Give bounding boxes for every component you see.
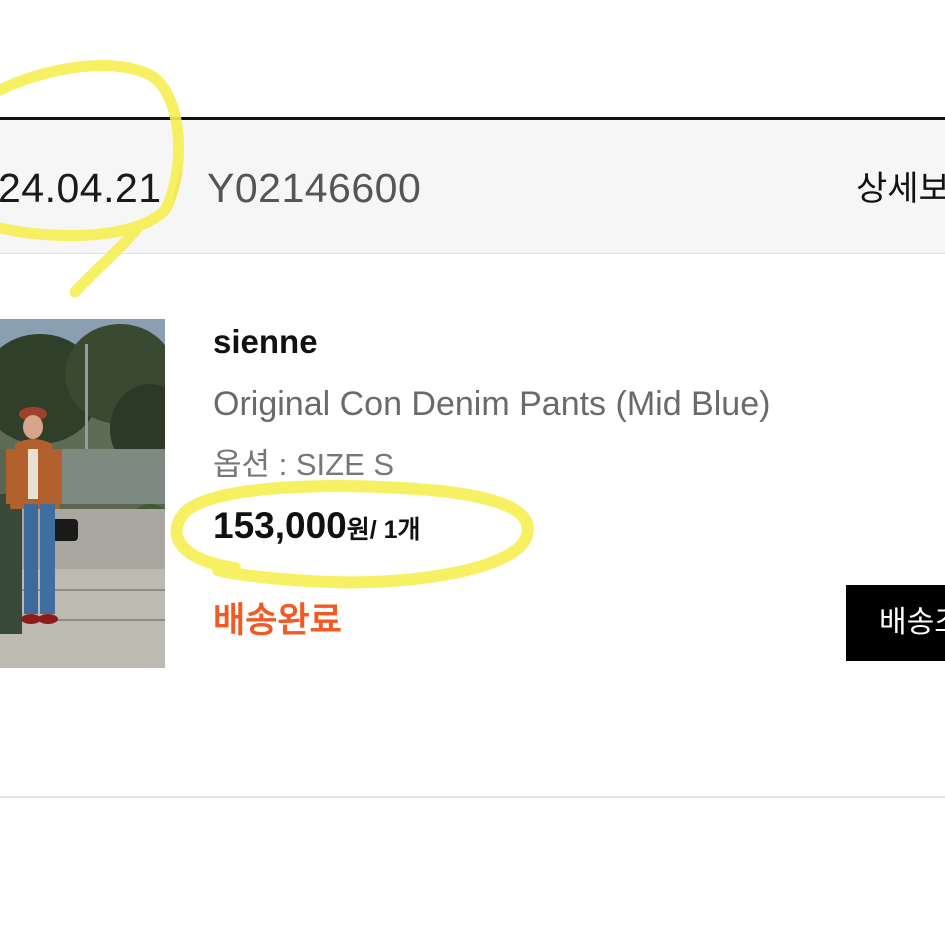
price-quantity: / 1개 (369, 516, 421, 544)
product-brand[interactable]: sienne (213, 322, 318, 362)
order-number: Y02146600 (207, 165, 422, 211)
order-header: 24.04.21 / Y02146600 상세보 (0, 120, 945, 254)
product-photo (0, 319, 165, 668)
order-detail-link[interactable]: 상세보 (856, 169, 945, 209)
order-separator: / (172, 167, 183, 209)
price-amount: 153,000 (213, 505, 347, 546)
product-name[interactable]: Original Con Denim Pants (Mid Blue) (213, 383, 770, 425)
product-thumbnail[interactable] (0, 319, 165, 668)
delivery-status: 배송완료 (213, 601, 342, 640)
price-row: 153,000원/ 1개 (213, 504, 421, 552)
track-delivery-button[interactable]: 배송조 (846, 585, 945, 661)
order-date: 24.04.21 (0, 165, 162, 211)
bottom-divider (0, 796, 945, 798)
price-unit: 원 (346, 516, 370, 544)
product-option: 옵션 : SIZE S (213, 447, 395, 482)
